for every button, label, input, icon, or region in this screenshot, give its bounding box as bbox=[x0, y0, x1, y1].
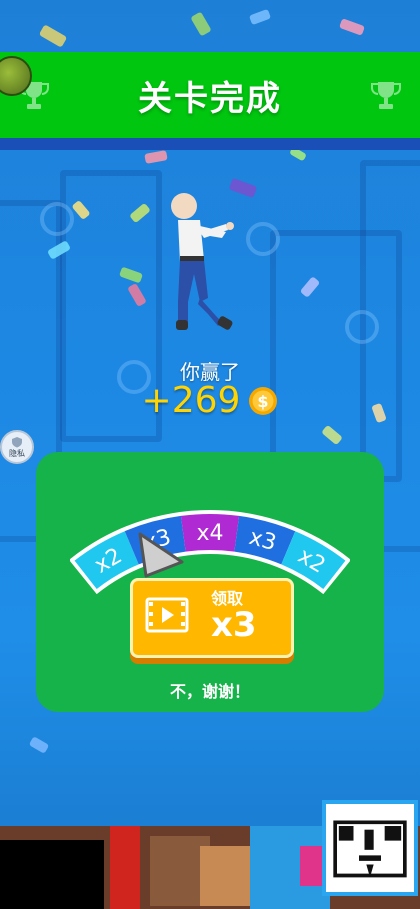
no-thanks-link[interactable]: 不，谢谢！ bbox=[36, 678, 384, 702]
svg-text:$: $ bbox=[258, 392, 269, 411]
coin-icon: $ bbox=[249, 386, 278, 415]
pointer-icon bbox=[138, 532, 184, 578]
reward-panel: x2 x3 x4 x3 x2 领取 x3 不，谢谢！ bbox=[36, 452, 384, 712]
shield-icon bbox=[12, 436, 22, 447]
privacy-label: 隐私 bbox=[9, 448, 25, 458]
trophy-icon bbox=[371, 82, 401, 109]
ad-thumbnail[interactable] bbox=[322, 800, 418, 896]
claim-multiplier: x3 bbox=[211, 605, 257, 645]
privacy-button[interactable]: 隐私 bbox=[0, 430, 34, 464]
video-icon bbox=[145, 597, 189, 633]
character-figure bbox=[171, 193, 234, 330]
page-title: 关卡完成 bbox=[138, 78, 282, 119]
reward-amount: +269 bbox=[141, 380, 241, 421]
level-complete-banner: 关卡完成 bbox=[0, 52, 420, 150]
ad-placeholder bbox=[0, 840, 104, 909]
claim-reward-button[interactable]: 领取 x3 bbox=[130, 578, 294, 658]
wheel-segment-label: x4 bbox=[196, 521, 223, 546]
reward-row: +269 $ bbox=[0, 380, 420, 421]
